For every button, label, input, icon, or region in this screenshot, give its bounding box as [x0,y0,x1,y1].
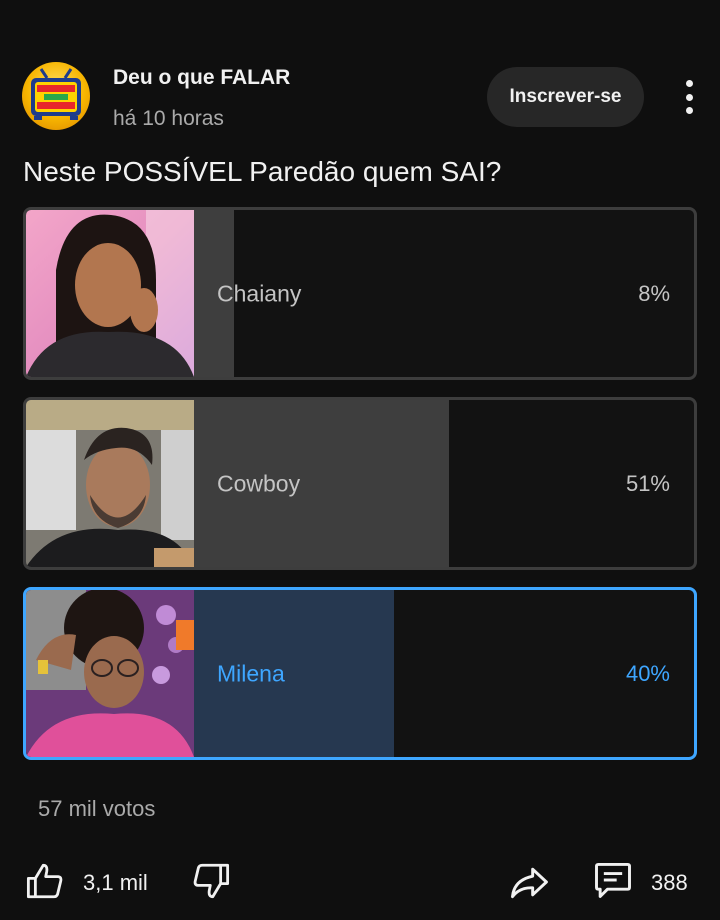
poll-option-chaiany[interactable]: Chaiany 8% [23,207,697,380]
poll-option-milena[interactable]: Milena 40% [23,587,697,760]
thumb-up-icon [26,863,63,899]
comment-button[interactable] [591,858,635,902]
community-post: Deu o que FALAR há 10 horas Inscrever-se… [0,0,720,920]
poll-option-label: Chaiany [217,280,302,306]
thumb-down-icon [193,863,230,899]
poll-option-label: Milena [217,660,285,686]
like-button[interactable] [24,860,66,902]
share-icon [511,867,548,899]
comment-count: 388 [651,870,688,895]
more-vert-icon[interactable] [674,76,704,118]
poll-option-percent: 8% [638,280,670,306]
person-photo-icon [26,400,194,567]
more-dot [685,93,693,101]
vote-count: 57 mil votos [38,796,156,821]
poll-option-image [26,400,194,567]
person-photo-icon [26,210,194,377]
poll-option-label: Cowboy [217,470,301,496]
poll-option-image [26,210,194,377]
channel-avatar[interactable] [22,62,90,130]
poll-option-percent: 40% [625,660,670,686]
poll-option-percent: 51% [625,470,670,496]
subscribe-button[interactable]: Inscrever-se [487,67,644,127]
tv-logo-icon [31,68,81,120]
more-dot [685,107,693,114]
post-time: há 10 horas [113,107,224,130]
like-count: 3,1 mil [83,870,148,895]
poll-option-cowboy[interactable]: Cowboy 51% [23,397,697,570]
channel-name[interactable]: Deu o que FALAR [113,66,290,90]
person-photo-icon [26,590,194,757]
share-button[interactable] [507,860,551,904]
more-dot [685,80,693,87]
poll-question: Neste POSSÍVEL Paredão quem SAI? [23,156,502,187]
dislike-button[interactable] [190,860,232,902]
poll-option-image [26,590,194,757]
comment-icon [595,862,631,898]
